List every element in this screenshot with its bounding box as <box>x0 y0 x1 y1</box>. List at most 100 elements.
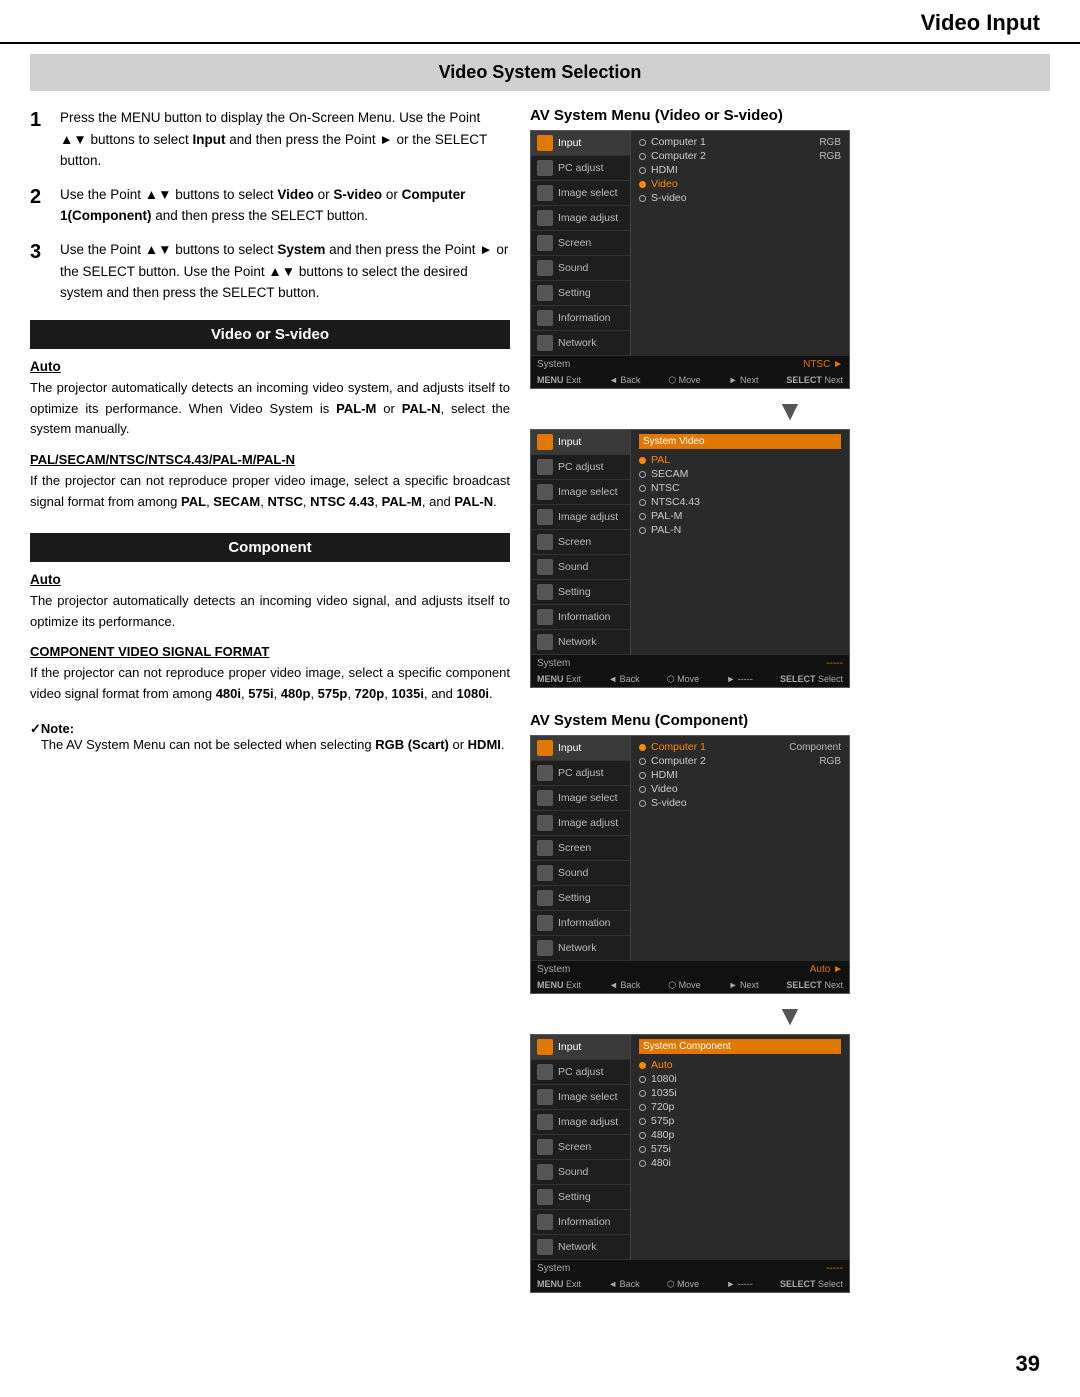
setting-icon-4 <box>537 1189 553 1205</box>
radio-paln <box>639 527 646 534</box>
bottom-next-3: ► Next <box>729 980 759 991</box>
system-video-label: System Video <box>643 436 705 447</box>
radio-720p <box>639 1104 646 1111</box>
option-575p: 575p <box>639 1114 841 1128</box>
bottom-next-1: ► Next <box>729 375 759 386</box>
bottom-move-1: ⬡ Move <box>668 375 700 386</box>
screen-icon-3 <box>537 840 553 856</box>
radio-ntsc <box>639 485 646 492</box>
option-comp1: Computer 1 Component <box>639 740 841 754</box>
menu-sidebar-1: Input PC adjust Image select Image adjus… <box>531 131 631 356</box>
bottom-select-4: SELECT Select <box>780 1279 843 1290</box>
sidebar-item-network-3: Network <box>531 936 630 961</box>
sidebar-item-imageselect-2: Image select <box>531 480 630 505</box>
sidebar-item-info-3: Information <box>531 911 630 936</box>
step-text-3: Use the Point ▲▼ buttons to select Syste… <box>60 239 510 304</box>
radio-video-3 <box>639 786 646 793</box>
sound-icon-3 <box>537 865 553 881</box>
signal-text: If the projector can not reproduce prope… <box>30 663 510 705</box>
note-label: ✓Note: <box>30 721 74 736</box>
sidebar-item-sound-3: Sound <box>531 861 630 886</box>
sidebar-item-network-1: Network <box>531 331 630 356</box>
option-svideo-3: S-video <box>639 796 841 810</box>
option-svideo-1: S-video <box>639 191 841 205</box>
network-icon-4 <box>537 1239 553 1255</box>
bottom-back-2: ◄ Back <box>608 674 639 685</box>
menu-system-row-4: System ----- <box>531 1260 849 1277</box>
option-comp2: Computer 2 RGB <box>639 754 841 768</box>
bottom-exit-2: MENU Exit <box>537 674 581 685</box>
menu-screenshot-comp-1: Input PC adjust Image select Image adjus… <box>530 735 850 994</box>
option-paln: PAL-N <box>639 523 841 537</box>
sidebar-item-imageadjust-4: Image adjust <box>531 1110 630 1135</box>
radio-hdmi-1 <box>639 167 646 174</box>
note-section: ✓Note: The AV System Menu can not be sel… <box>30 721 510 752</box>
video-s-video-header: Video or S-video <box>30 320 510 349</box>
menu-system-row-3: System Auto ► <box>531 961 849 978</box>
sidebar-item-sound-2: Sound <box>531 555 630 580</box>
system-value-4: ----- <box>826 1263 843 1274</box>
radio-secam <box>639 471 646 478</box>
option-1035i: 1035i <box>639 1086 841 1100</box>
menu-screenshot-video-2: Input PC adjust Image select Image adjus… <box>530 429 850 688</box>
imageselect-icon-4 <box>537 1089 553 1105</box>
bottom-next-2: ► ----- <box>726 674 752 685</box>
radio-480i <box>639 1160 646 1167</box>
step-number-1: 1 <box>30 107 50 133</box>
menu-bottom-bar-2: MENU Exit ◄ Back ⬡ Move ► ----- SELECT S… <box>531 672 849 687</box>
menu-content-4: System Component Auto 1080i 1035i 720p <box>631 1035 849 1260</box>
system-label-1: System <box>537 359 570 370</box>
step-2: 2 Use the Point ▲▼ buttons to select Vid… <box>30 184 510 227</box>
radio-1080i <box>639 1076 646 1083</box>
label-component: Component <box>789 742 841 753</box>
radio-575p <box>639 1118 646 1125</box>
step-3: 3 Use the Point ▲▼ buttons to select Sys… <box>30 239 510 304</box>
system-comp-header: System Component <box>639 1039 841 1054</box>
auto-text-2: The projector automatically detects an i… <box>30 591 510 633</box>
bottom-back-1: ◄ Back <box>609 375 640 386</box>
sidebar-item-info-1: Information <box>531 306 630 331</box>
sidebar-item-input-4: Input <box>531 1035 630 1060</box>
radio-575i <box>639 1146 646 1153</box>
sidebar-item-imageselect-4: Image select <box>531 1085 630 1110</box>
page-number: 39 <box>1016 1351 1040 1377</box>
label-rgb1-1: RGB <box>819 137 841 148</box>
info-icon-1 <box>537 310 553 326</box>
radio-480p <box>639 1132 646 1139</box>
option-480i: 480i <box>639 1156 841 1170</box>
main-content: 1 Press the MENU button to display the O… <box>0 107 1080 1301</box>
radio-svideo-3 <box>639 800 646 807</box>
sidebar-item-setting-2: Setting <box>531 580 630 605</box>
bottom-move-4: ⬡ Move <box>667 1279 699 1290</box>
sidebar-item-setting-1: Setting <box>531 281 630 306</box>
radio-ntsc443 <box>639 499 646 506</box>
radio-auto <box>639 1062 646 1069</box>
radio-comp2 <box>639 758 646 765</box>
imageadjust-icon-1 <box>537 210 553 226</box>
sidebar-item-input-3: Input <box>531 736 630 761</box>
arrow-1: ▼ <box>530 397 1050 425</box>
menu-bottom-bar-3: MENU Exit ◄ Back ⬡ Move ► Next SELECT Ne… <box>531 978 849 993</box>
info-icon-4 <box>537 1214 553 1230</box>
sidebar-item-network-2: Network <box>531 630 630 655</box>
network-icon-3 <box>537 940 553 956</box>
sidebar-item-network-4: Network <box>531 1235 630 1260</box>
sidebar-item-screen-3: Screen <box>531 836 630 861</box>
bottom-next-4: ► ----- <box>726 1279 752 1290</box>
bottom-select-1: SELECT Next <box>786 375 843 386</box>
radio-computer2-1 <box>639 153 646 160</box>
sidebar-item-imageadjust-1: Image adjust <box>531 206 630 231</box>
option-video-3: Video <box>639 782 841 796</box>
sidebar-item-pcadjust-2: PC adjust <box>531 455 630 480</box>
option-auto: Auto <box>639 1058 841 1072</box>
system-comp-label: System Component <box>643 1041 731 1052</box>
sound-icon-1 <box>537 260 553 276</box>
page-title: Video Input <box>921 10 1040 35</box>
option-480p: 480p <box>639 1128 841 1142</box>
radio-computer1-1 <box>639 139 646 146</box>
radio-video-1 <box>639 181 646 188</box>
radio-1035i <box>639 1090 646 1097</box>
network-icon-2 <box>537 634 553 650</box>
label-rgb-comp: RGB <box>819 756 841 767</box>
menu-bottom-bar-1: MENU Exit ◄ Back ⬡ Move ► Next SELECT Ne… <box>531 373 849 388</box>
